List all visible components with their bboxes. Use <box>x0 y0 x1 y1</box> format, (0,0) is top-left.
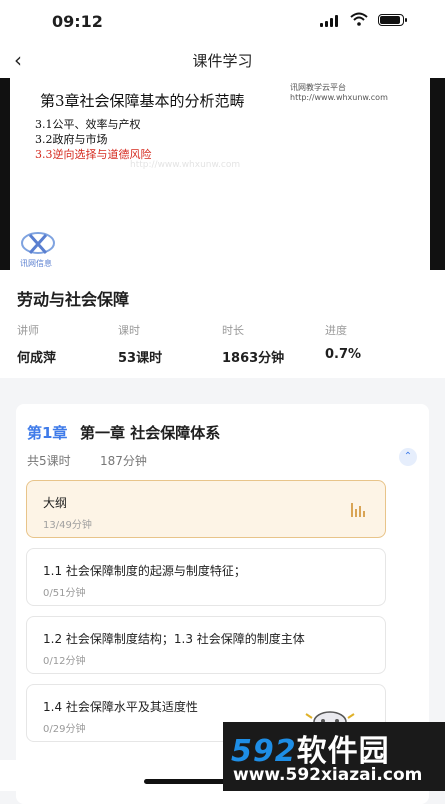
watermark-title: 软件园 <box>296 734 390 769</box>
playing-bars-icon <box>351 503 367 517</box>
chapter-number: 第1章 <box>27 424 68 442</box>
lesson-name: 1.2 社会保障制度结构；1.3 社会保障的制度主体 <box>43 632 305 646</box>
stat-label: 时长 <box>222 324 244 337</box>
stat-label: 讲师 <box>17 324 39 337</box>
course-info: 劳动与社会保障 讲师 何成萍 课时 53课时 时长 1863分钟 进度 0.7% <box>0 270 445 378</box>
status-time: 09:12 <box>52 12 103 31</box>
lesson-progress: 0/51分钟 <box>43 588 86 599</box>
page-title: 课件学习 <box>192 52 253 70</box>
watermark-digits: 592 <box>231 734 297 769</box>
stat-label: 课时 <box>118 324 140 337</box>
lesson-progress: 13/49分钟 <box>43 520 92 531</box>
slide-item: 3.1公平、效率与产权 <box>35 118 141 131</box>
watermark-url: www.592xiazai.com <box>233 765 423 785</box>
stat-lessons: 课时 53课时 <box>118 322 162 366</box>
slide-watermark-title: 讯网教学云平台 <box>290 83 346 92</box>
stat-label: 进度 <box>325 324 347 337</box>
chapter-duration: 187分钟 <box>100 454 147 468</box>
lesson-item[interactable]: 1.1 社会保障制度的起源与制度特征； 0/51分钟 <box>26 548 386 606</box>
slide-watermark-url: http://www.whxunw.com <box>290 93 388 102</box>
course-title: 劳动与社会保障 <box>17 290 130 309</box>
slide-item: 3.2政府与市场 <box>35 133 108 146</box>
stat-duration: 时长 1863分钟 <box>222 322 284 366</box>
stat-value: 1863分钟 <box>222 351 285 366</box>
video-player[interactable]: 第3章社会保障基本的分析范畴 讯网教学云平台 http://www.whxunw… <box>0 78 445 270</box>
battery-icon <box>378 14 407 26</box>
status-bar: 09:12 <box>0 0 445 42</box>
lesson-progress: 0/29分钟 <box>43 724 86 735</box>
watermark-logo-text: 592软件园 <box>231 726 390 770</box>
lesson-name: 1.1 社会保障制度的起源与制度特征； <box>43 564 246 578</box>
stat-lecturer: 讲师 何成萍 <box>17 322 56 366</box>
lesson-name: 大纲 <box>43 496 68 510</box>
wifi-icon <box>350 12 368 26</box>
slide-heading: 第3章社会保障基本的分析范畴 <box>40 92 245 110</box>
lesson-item-active[interactable]: 大纲 13/49分钟 <box>26 480 386 538</box>
lesson-name: 1.4 社会保障水平及其适度性 <box>43 700 198 714</box>
collapse-chevron-icon[interactable]: ⌃ <box>399 448 417 466</box>
cellular-signal-icon <box>320 15 342 27</box>
chapter-lesson-count: 共5课时 <box>27 454 71 468</box>
site-watermark-banner: 592软件园 www.592xiazai.com <box>223 722 445 791</box>
slide-center-watermark: http://www.whxunw.com <box>130 160 241 170</box>
lesson-progress: 0/12分钟 <box>43 656 86 667</box>
lesson-item[interactable]: 1.2 社会保障制度结构；1.3 社会保障的制度主体 0/12分钟 <box>26 616 386 674</box>
stat-progress: 进度 0.7% <box>325 322 361 362</box>
stat-value: 何成萍 <box>17 351 57 366</box>
stat-value: 53课时 <box>118 351 163 366</box>
stat-value: 0.7% <box>325 347 362 362</box>
nav-bar: ‹ 课件学习 <box>0 42 445 78</box>
chapter-title: 第一章 社会保障体系 <box>80 424 221 442</box>
slide-content: 第3章社会保障基本的分析范畴 讯网教学云平台 http://www.whxunw… <box>10 78 430 270</box>
logo-caption: 讯网信息 <box>20 259 52 268</box>
